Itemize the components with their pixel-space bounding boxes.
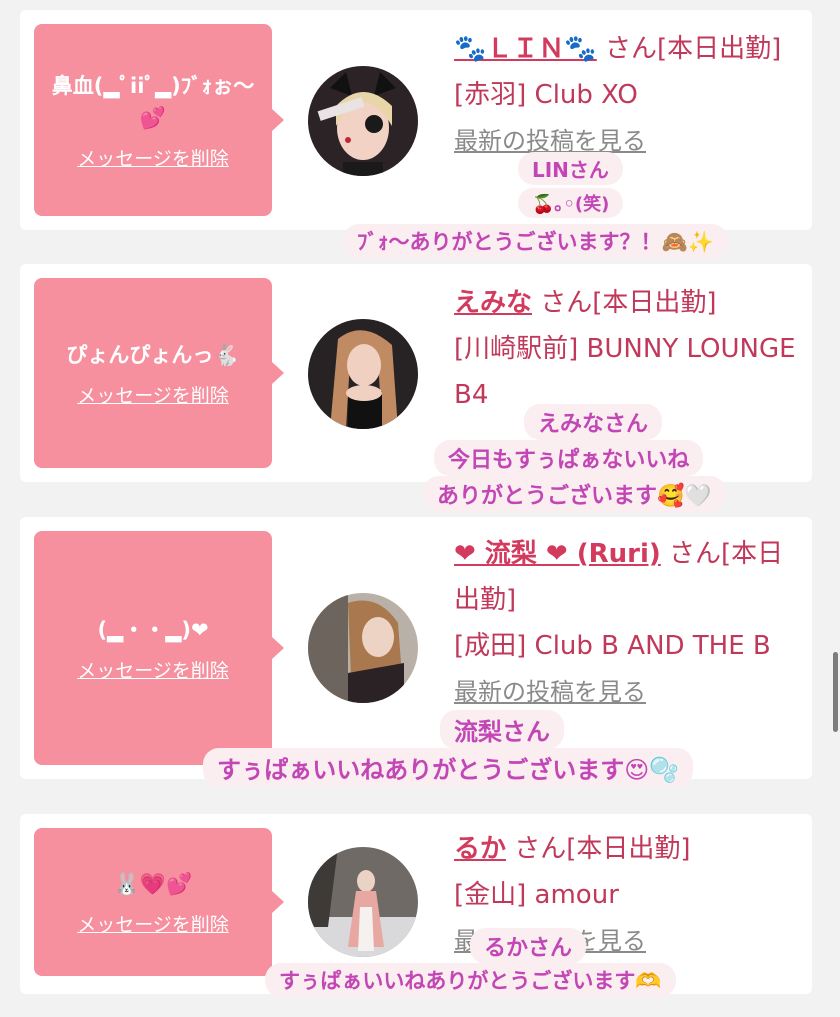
cast-info: ❤ 流梨 ❤ (Ruri) さん[本日出勤] [成田] Club B AND T… (454, 531, 800, 715)
portrait-icon (308, 66, 418, 176)
cast-info: えみな さん[本日出勤] [川崎駅前] BUNNY LOUNGE B4 (454, 280, 800, 418)
portrait-icon (308, 319, 418, 429)
message-text: (▂・・▂)❤ (97, 617, 209, 642)
cast-name-link[interactable]: えみな (454, 288, 532, 318)
avatar[interactable] (308, 66, 418, 176)
caption: すぅぱぁいいねありがとうございます🫶 (265, 963, 676, 997)
cast-info: 🐾ＬＩＮ🐾 さん[本日出勤] [赤羽] Club XO 最新の投稿を見る (454, 26, 800, 164)
caption: 🍒｡◦(笑) (518, 188, 624, 218)
caption: るかさん (470, 928, 587, 964)
delete-message-link[interactable]: メッセージを削除 (77, 910, 229, 937)
caption: LINさん (518, 152, 623, 185)
message-card: (▂・・▂)❤ メッセージを削除 ❤ 流梨 ❤ (Ruri) さん[本日出勤] … (20, 517, 812, 779)
latest-posts-link[interactable]: 最新の投稿を見る (454, 118, 800, 164)
message-text: 鼻血(▂ﾟiiﾟ▂)ﾌﾞｫぉ〜💕 (51, 73, 255, 130)
latest-posts-link[interactable]: 最新の投稿を見る (454, 669, 800, 715)
caption: 今日もすぅぱぁないいね (434, 440, 704, 476)
cast-status: さん[本日出勤] (514, 834, 691, 864)
message-bubble: ぴょんぴょんっ🐇 メッセージを削除 (34, 278, 284, 468)
caption: すぅぱぁいいねありがとうございます😍🫧 (203, 748, 694, 787)
message-bubble: 🐰💗💕 メッセージを削除 (34, 828, 284, 976)
message-text: 🐰💗💕 (113, 871, 193, 896)
cast-status: さん[本日出勤] (540, 288, 717, 318)
delete-message-link[interactable]: メッセージを削除 (77, 656, 229, 683)
avatar[interactable] (308, 593, 418, 703)
delete-message-link[interactable]: メッセージを削除 (77, 381, 229, 408)
message-card: 鼻血(▂ﾟiiﾟ▂)ﾌﾞｫぉ〜💕 メッセージを削除 🐾ＬＩＮ🐾 さん[本日出勤]… (20, 10, 812, 230)
portrait-icon (308, 847, 418, 957)
caption: 流梨さん (440, 710, 564, 749)
message-text: ぴょんぴょんっ🐇 (66, 342, 240, 367)
portrait-icon (308, 593, 418, 703)
caption: ﾌﾞｫ〜ありがとうございます？！🙈✨ (343, 224, 728, 258)
delete-message-link[interactable]: メッセージを削除 (77, 144, 229, 171)
shop-name: [金山] amour (454, 880, 619, 910)
message-bubble: 鼻血(▂ﾟiiﾟ▂)ﾌﾞｫぉ〜💕 メッセージを削除 (34, 24, 284, 216)
message-bubble: (▂・・▂)❤ メッセージを削除 (34, 531, 284, 765)
avatar[interactable] (308, 847, 418, 957)
cast-name-link[interactable]: 🐾ＬＩＮ🐾 (454, 34, 597, 64)
scrollbar[interactable] (833, 652, 838, 732)
shop-name: [赤羽] Club XO (454, 80, 638, 110)
shop-name: [成田] Club B AND THE B (454, 631, 771, 661)
caption: えみなさん (524, 404, 663, 440)
avatar[interactable] (308, 319, 418, 429)
cast-name-link[interactable]: るか (454, 834, 506, 864)
cast-name-link[interactable]: ❤ 流梨 ❤ (Ruri) (454, 539, 661, 569)
cast-status: さん[本日出勤] (605, 34, 782, 64)
caption: ありがとうございます🥰🤍 (423, 476, 726, 512)
